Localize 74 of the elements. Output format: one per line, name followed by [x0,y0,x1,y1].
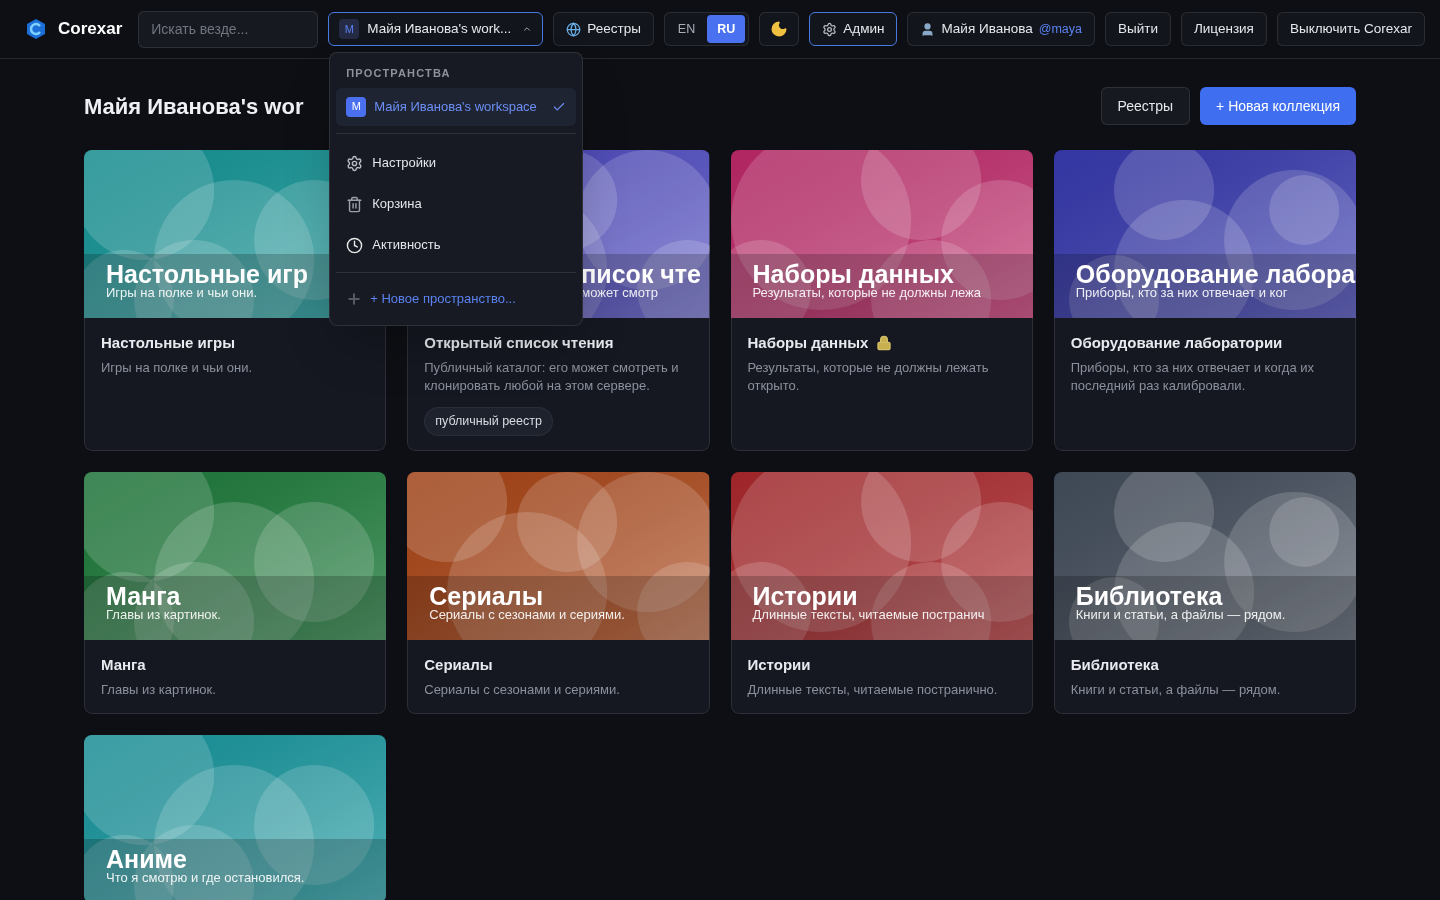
registries-button[interactable]: Реестры [1100,87,1191,125]
collection-description: Приборы, кто за них отвечает и когда их последний раз калибровали. [1070,359,1315,395]
header-button[interactable]: Выйти [1104,12,1171,46]
new-workspace-link[interactable]: + Новое пространство... [370,288,516,309]
collection-name: Наборы данных [747,333,869,353]
collection-name: Открытый список чтения [424,333,614,353]
search-field[interactable]: Искать везде... [138,10,319,48]
banner-title: Наборы данных [752,260,954,288]
collection-description: Сериалы с сезонами и сериями. [424,680,621,699]
workspace-select[interactable]: M Майя Иванова's work... [328,12,544,46]
collection-description: Игры на полке и чьи они. [101,359,254,377]
theme-button[interactable] [759,12,800,46]
workspace-label: Майя Иванова's work... [367,19,513,38]
tag: публичный реестр [424,407,553,436]
user-handle: @maya [1038,20,1082,38]
clock-icon [346,236,364,254]
banner-subtitle: Главы из картинок. [106,607,221,622]
user-name: Майя Иванова [941,19,1033,38]
header-button[interactable]: Выключить Corexar [1276,12,1425,46]
menu-item[interactable]: Корзина [336,183,577,225]
banner-title: Библиотека [1075,581,1223,610]
card-body[interactable]: Оборудование лаборатории Приборы, кто за них отвечает и когда их последний раз калибровали. [1053,318,1356,451]
card-body[interactable]: Сериалы Сериалы с сезонами и сериями. [407,639,710,714]
language-option[interactable]: RU [707,15,746,43]
collection-name: Истории [747,654,811,675]
globe-icon [566,21,582,37]
menu-item[interactable]: Настройки [336,142,577,184]
workspace-avatar: M [339,19,360,39]
admin-button[interactable]: Админ [809,12,898,46]
collection-name: Оборудование лаборатории [1070,333,1283,353]
collection-name: Библиотека [1070,654,1159,675]
brand-name: Corexar [58,18,123,41]
language-option[interactable]: EN [667,15,706,43]
collection-description: Главы из картинок. [101,680,217,699]
workspace-item[interactable]: M Майя Иванова's workspace [336,87,577,126]
collection-description: Результаты, которые не должны лежать открыто. [747,359,990,395]
caret-icon [522,24,533,34]
moon-icon [770,20,789,38]
new-collection-button[interactable]: + Новая коллекция [1200,87,1356,125]
logo-icon [26,18,46,40]
card-body[interactable]: Манга Главы из картинок. [84,639,387,714]
workspace-name: Майя Иванова's workspace [374,97,538,116]
card-body[interactable]: Наборы данных Результаты, которые не должны лежать открыто. [730,318,1033,451]
banner-title: Сериалы [429,581,543,610]
registries-button[interactable]: Реестры [553,12,654,46]
banner-subtitle: Книги и статьи, а файлы — рядом. [1075,607,1286,622]
page-title: Майя Иванова's wor [84,92,304,121]
banner-subtitle: Что я смотрю и где остановился. [106,870,305,885]
banner-title: Истории [752,581,858,610]
card-body[interactable]: Библиотека Книги и статьи, а файлы — рядом. [1053,639,1356,714]
menu-heading: ПРОСТРАНСТВА [345,66,452,81]
trash-icon [346,195,364,213]
card-body[interactable]: Открытый список чтения Публичный каталог: его может смотреть и клонировать любой на этом сервере. публичный реестр [407,318,710,451]
banner-title: Манга [106,581,181,610]
user-icon [920,21,936,37]
workspace-avatar: M [346,96,367,117]
banner-title: Настольные игр [106,260,309,288]
header-button[interactable]: Лицензия [1180,12,1267,46]
collection-name: Манга [101,654,146,675]
card-body[interactable]: Истории Длинные тексты, читаемые постранично. [730,639,1033,714]
banner-title: Оборудование лабора [1075,260,1356,288]
menu-item[interactable]: Активность [336,224,577,266]
collection-name: Настольные игры [101,333,236,353]
gear-icon [822,21,838,37]
collection-description: Длинные тексты, читаемые постранично. [747,680,999,699]
collection-name: Сериалы [424,654,493,675]
user-chip[interactable]: Майя Иванова @maya [907,12,1095,46]
card-body[interactable]: Настольные игры Игры на полке и чьи они. [84,318,387,451]
banner-title: писок чте [581,260,701,288]
collection-description: Книги и статьи, а файлы — рядом. [1070,680,1282,699]
banner-title: Аниме [106,844,187,873]
banner-subtitle: Игры на полке и чьи они. [106,286,258,300]
collection-description: Публичный каталог: его может смотреть и клонировать любой на этом сервере. [424,359,680,395]
gear-icon [346,154,364,172]
